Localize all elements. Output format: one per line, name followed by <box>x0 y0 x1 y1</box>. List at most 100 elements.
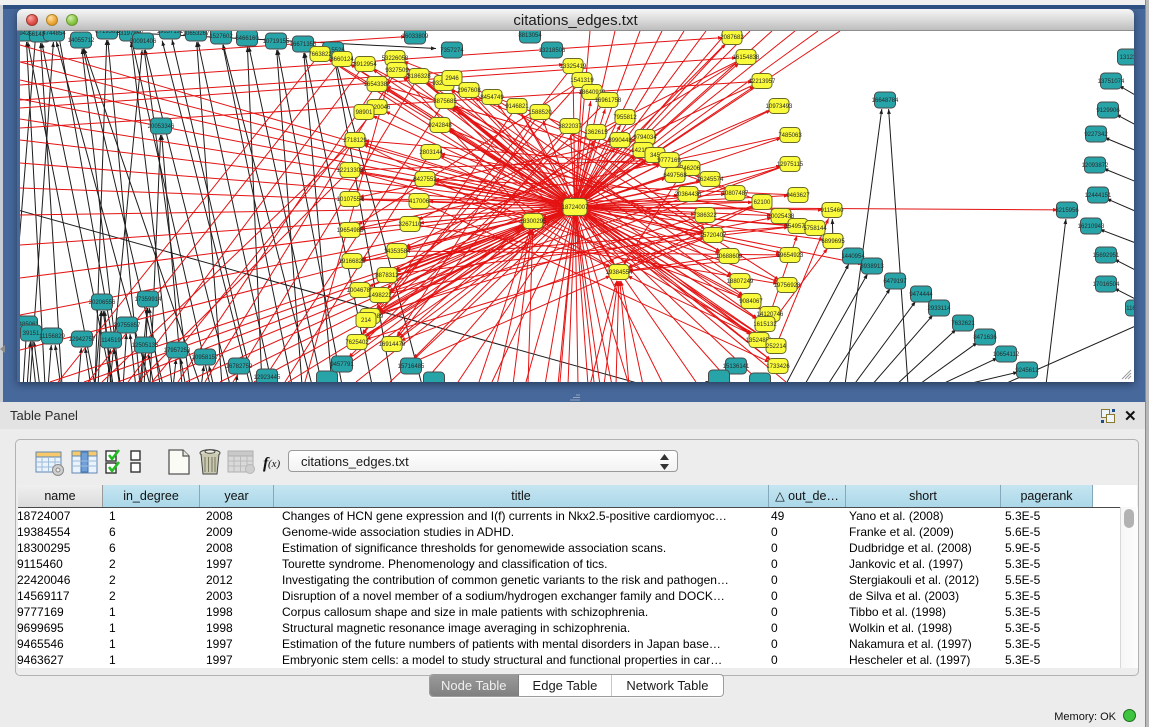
svg-text:7632621: 7632621 <box>951 321 975 327</box>
svg-text:12942757: 12942757 <box>69 337 96 343</box>
svg-text:1615132: 1615132 <box>753 322 777 328</box>
svg-text:(x): (x) <box>268 458 281 470</box>
svg-text:8912954: 8912954 <box>353 62 377 68</box>
svg-text:10654112: 10654112 <box>993 352 1020 358</box>
svg-text:2087682: 2087682 <box>720 35 744 41</box>
svg-text:252214: 252214 <box>766 344 787 350</box>
svg-text:12213957: 12213957 <box>749 79 776 85</box>
svg-text:16154838: 16154838 <box>733 55 760 61</box>
svg-text:14353584: 14353584 <box>384 249 411 255</box>
svg-text:12093872: 12093872 <box>1082 163 1109 169</box>
svg-text:13123: 13123 <box>1120 55 1134 61</box>
svg-text:19637191: 19637191 <box>157 31 184 35</box>
svg-text:39151: 39151 <box>23 331 40 337</box>
svg-text:12923445: 12923445 <box>254 375 281 381</box>
svg-text:7357274: 7357274 <box>440 48 464 54</box>
svg-text:15720407: 15720407 <box>700 233 727 239</box>
svg-text:20364436: 20364436 <box>675 192 702 198</box>
svg-text:9242848: 9242848 <box>428 123 452 129</box>
svg-text:4744854: 4744854 <box>42 31 66 37</box>
svg-text:8454749: 8454749 <box>480 95 504 101</box>
svg-text:18300295: 18300295 <box>520 219 547 225</box>
svg-text:8186328: 8186328 <box>407 74 431 80</box>
svg-text:16648784: 16648784 <box>872 98 899 104</box>
svg-text:98901: 98901 <box>356 110 373 116</box>
svg-text:9474444: 9474444 <box>909 292 933 298</box>
svg-text:15692951: 15692951 <box>1093 253 1120 259</box>
svg-text:9794034: 9794034 <box>633 135 657 141</box>
svg-text:20053346: 20053346 <box>148 124 175 130</box>
svg-text:8938913: 8938913 <box>860 264 884 270</box>
svg-text:14055712: 14055712 <box>68 38 95 44</box>
svg-text:16914479: 16914479 <box>379 342 406 348</box>
svg-text:8427552: 8427552 <box>413 177 437 183</box>
svg-text:16033809: 16033809 <box>402 34 429 40</box>
svg-text:16210943: 16210943 <box>1078 224 1105 230</box>
svg-text:10958157: 10958157 <box>192 355 219 361</box>
svg-text:10719155: 10719155 <box>263 39 290 45</box>
svg-text:9463627: 9463627 <box>786 193 810 199</box>
svg-text:19166825: 19166825 <box>339 259 366 265</box>
svg-text:8813054: 8813054 <box>518 33 542 39</box>
svg-text:7663822: 7663822 <box>308 52 332 58</box>
svg-text:6479197: 6479197 <box>883 279 907 285</box>
svg-text:7386322: 7386322 <box>693 213 717 219</box>
svg-text:1527602: 1527602 <box>209 34 233 40</box>
svg-text:1541319: 1541319 <box>570 78 594 84</box>
svg-text:214: 214 <box>361 318 372 324</box>
svg-text:3215956: 3215956 <box>1055 208 1079 214</box>
svg-text:16782759: 16782759 <box>226 364 253 370</box>
svg-text:11156829: 11156829 <box>39 334 65 340</box>
svg-text:2933114: 2933114 <box>928 306 952 312</box>
svg-text:13325419: 13325419 <box>560 64 587 70</box>
svg-text:114519: 114519 <box>101 338 121 344</box>
svg-text:19756928: 19756928 <box>774 283 801 289</box>
svg-text:9146821: 9146821 <box>505 104 529 110</box>
svg-text:19654985: 19654985 <box>337 228 364 234</box>
svg-text:6497568: 6497568 <box>663 173 687 179</box>
svg-text:116753: 116753 <box>1126 306 1134 312</box>
svg-text:10973493: 10973493 <box>766 104 793 110</box>
svg-text:12975115: 12975115 <box>777 162 804 168</box>
svg-text:1362615: 1362615 <box>584 130 608 136</box>
svg-text:7485063: 7485063 <box>778 133 802 139</box>
svg-text:12213303: 12213303 <box>337 168 364 174</box>
svg-text:8878312: 8878312 <box>375 273 399 279</box>
svg-text:2946: 2946 <box>445 76 459 82</box>
svg-text:3822037: 3822037 <box>558 124 582 130</box>
svg-text:10653267: 10653267 <box>183 31 210 37</box>
svg-text:12444151: 12444151 <box>1085 193 1112 199</box>
svg-text:10688609: 10688609 <box>716 254 743 260</box>
svg-text:7625402: 7625402 <box>345 340 369 346</box>
svg-text:9227342: 9227342 <box>1084 132 1108 138</box>
svg-text:1498222: 1498222 <box>368 293 392 299</box>
svg-text:15716485: 15716485 <box>398 364 425 370</box>
svg-text:417006: 417006 <box>409 199 430 205</box>
svg-text:6899695: 6899695 <box>821 239 845 245</box>
svg-text:16543382: 16543382 <box>364 82 391 88</box>
svg-text:13218506: 13218506 <box>539 48 566 54</box>
svg-text:12505135: 12505135 <box>132 343 159 349</box>
svg-text:9115460: 9115460 <box>821 208 845 214</box>
svg-text:9327509: 9327509 <box>385 68 409 74</box>
svg-text:17957253: 17957253 <box>164 348 191 354</box>
svg-text:20091406: 20091406 <box>130 39 157 45</box>
svg-text:1440954: 1440954 <box>841 254 865 260</box>
svg-text:3875685: 3875685 <box>433 99 457 105</box>
svg-text:9457791: 9457791 <box>330 362 354 368</box>
svg-text:10107554: 10107554 <box>337 197 364 203</box>
svg-text:6466160: 6466160 <box>235 36 259 42</box>
svg-text:19384554: 19384554 <box>606 270 633 276</box>
svg-text:18807249: 18807249 <box>727 279 754 285</box>
svg-text:53226058: 53226058 <box>382 56 409 62</box>
svg-text:8660124: 8660124 <box>330 57 354 63</box>
svg-text:3267110: 3267110 <box>399 222 423 228</box>
svg-text:9129906: 9129906 <box>1096 108 1120 114</box>
svg-text:5758144: 5758144 <box>803 226 827 232</box>
svg-text:9084067: 9084067 <box>739 299 763 305</box>
svg-text:17359914: 17359914 <box>135 297 162 303</box>
svg-text:17016504: 17016504 <box>1093 282 1120 288</box>
svg-text:16961758: 16961758 <box>595 98 622 104</box>
svg-text:62100: 62100 <box>754 200 771 206</box>
svg-text:1588520: 1588520 <box>528 110 552 116</box>
